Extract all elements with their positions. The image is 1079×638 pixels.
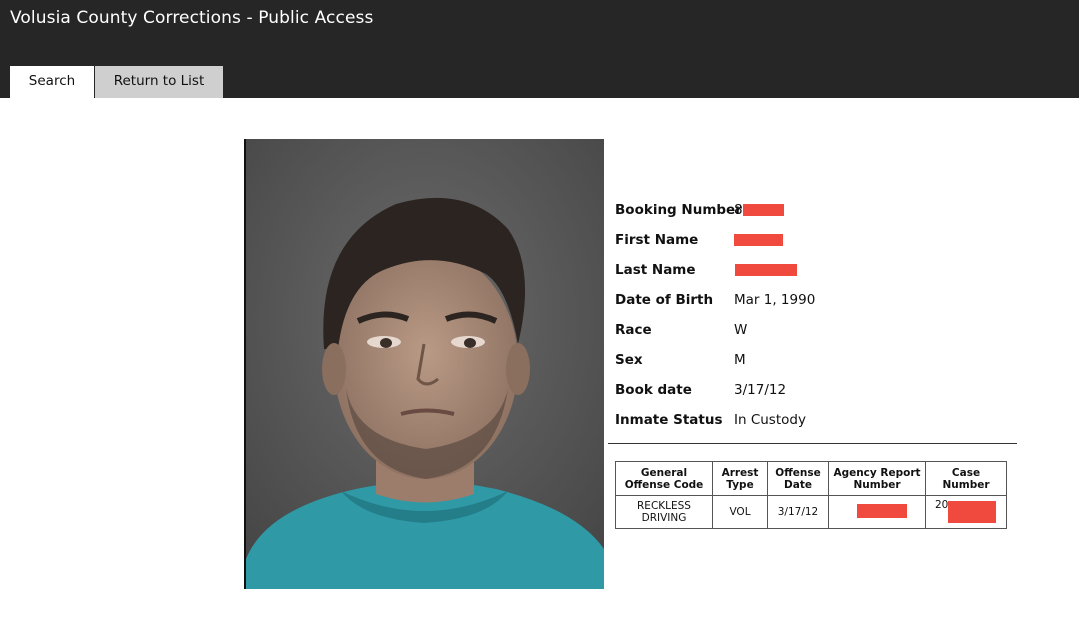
race-row: Race W <box>615 319 975 349</box>
inmate-photo <box>244 139 604 589</box>
redaction-agency-report <box>857 504 907 518</box>
cell-offense-code: RECKLESS DRIVING <box>615 495 713 529</box>
redaction-last-name <box>735 264 797 276</box>
inmate-status-label: Inmate Status <box>615 412 723 428</box>
offenses-table: General Offense Code Arrest Type Offense… <box>615 461 1007 529</box>
tab-search[interactable]: Search <box>10 66 94 98</box>
redaction-case-number <box>948 501 996 523</box>
redaction-booking-number <box>743 204 784 216</box>
inmate-status-row: Inmate Status In Custody <box>615 409 975 439</box>
header-agency-report-number: Agency Report Number <box>828 461 926 496</box>
sex-value: M <box>734 352 746 368</box>
header-arrest-type: Arrest Type <box>712 461 768 496</box>
cell-agency-report-number <box>828 495 926 529</box>
section-divider <box>608 443 1017 444</box>
app-title: Volusia County Corrections - Public Acce… <box>10 8 374 28</box>
cell-case-number: 20 <box>925 495 1007 529</box>
header-offense-date: Offense Date <box>767 461 829 496</box>
booking-number-value: 8 <box>734 202 743 218</box>
cell-offense-date: 3/17/12 <box>767 495 829 529</box>
dob-row: Date of Birth Mar 1, 1990 <box>615 289 975 319</box>
last-name-row: Last Name <box>615 259 975 289</box>
case-number-value: 20 <box>935 499 949 511</box>
dob-label: Date of Birth <box>615 292 714 308</box>
first-name-label: First Name <box>615 232 699 248</box>
inmate-details: Booking Number 8 First Name Last Name Da… <box>615 199 975 439</box>
table-row: RECKLESS DRIVING VOL 3/17/12 20 <box>615 495 1007 529</box>
header-general-offense-code: General Offense Code <box>615 461 713 496</box>
dob-value: Mar 1, 1990 <box>734 292 816 308</box>
book-date-row: Book date 3/17/12 <box>615 379 975 409</box>
race-label: Race <box>615 322 652 338</box>
redaction-first-name <box>734 234 783 246</box>
sex-row: Sex M <box>615 349 975 379</box>
booking-number-label: Booking Number <box>615 202 742 218</box>
cell-arrest-type: VOL <box>712 495 768 529</box>
last-name-label: Last Name <box>615 262 696 278</box>
first-name-row: First Name <box>615 229 975 259</box>
sex-label: Sex <box>615 352 643 368</box>
tab-return-to-list[interactable]: Return to List <box>95 66 223 98</box>
book-date-value: 3/17/12 <box>734 382 787 398</box>
app-header: Volusia County Corrections - Public Acce… <box>0 0 1079 98</box>
book-date-label: Book date <box>615 382 692 398</box>
race-value: W <box>734 322 748 338</box>
header-case-number: Case Number <box>925 461 1007 496</box>
booking-number-row: Booking Number 8 <box>615 199 975 229</box>
inmate-status-value: In Custody <box>734 412 806 428</box>
offenses-header-row: General Offense Code Arrest Type Offense… <box>615 461 1007 496</box>
